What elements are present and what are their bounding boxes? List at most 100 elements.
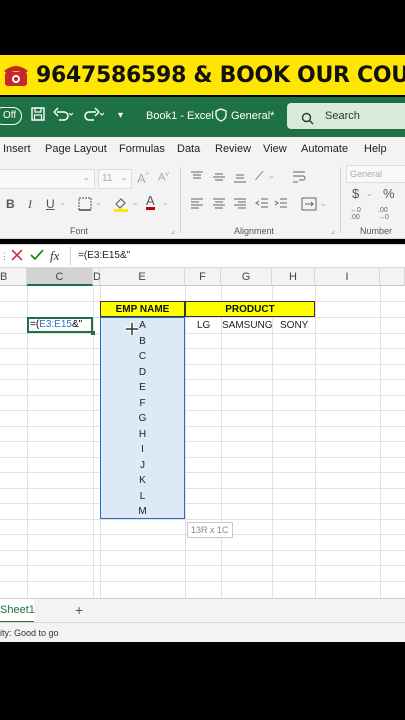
align-left-icon[interactable] xyxy=(190,198,204,213)
decrease-indent-icon[interactable] xyxy=(255,198,269,213)
undo-icon[interactable] xyxy=(53,107,74,124)
enter-icon[interactable] xyxy=(30,248,44,267)
column-header-c[interactable]: C xyxy=(27,268,93,286)
chevron-down-icon[interactable]: ⌄ xyxy=(268,171,275,180)
font-color-icon[interactable]: A xyxy=(146,194,155,210)
product-cell[interactable]: SAMSUNG xyxy=(222,320,273,331)
chevron-down-icon: ⌄ xyxy=(82,172,90,182)
list-item[interactable]: D xyxy=(100,365,185,380)
formula-input[interactable]: =(E3:E15&" xyxy=(78,250,130,261)
decrease-font-icon[interactable]: Av xyxy=(158,171,169,184)
list-item[interactable]: H xyxy=(100,427,185,442)
column-header-d[interactable]: D xyxy=(93,268,101,286)
save-icon[interactable] xyxy=(31,107,45,124)
chevron-down-icon[interactable]: ⌄ xyxy=(162,198,169,207)
italic-icon[interactable]: I xyxy=(28,197,32,212)
group-label-alignment: Alignment xyxy=(234,226,275,236)
product-cell[interactable]: LG xyxy=(197,320,210,331)
product-cell[interactable]: SONY xyxy=(280,320,308,331)
tab-insert[interactable]: Insert xyxy=(3,143,31,155)
font-name-box[interactable]: ⌄ xyxy=(0,169,95,189)
column-header-e[interactable]: E xyxy=(100,268,185,286)
emp-name-header[interactable]: EMP NAME xyxy=(100,301,185,317)
list-item[interactable]: J xyxy=(100,458,185,473)
percent-icon[interactable]: % xyxy=(383,186,395,201)
increase-indent-icon[interactable] xyxy=(274,198,288,213)
dialog-launcher-icon[interactable]: ⌟ xyxy=(331,226,335,235)
decrease-decimal-icon[interactable]: .00 →0 xyxy=(378,207,389,221)
group-label-number: Number xyxy=(360,226,393,236)
column-header-b[interactable]: B xyxy=(0,268,27,286)
status-bar: ity: Good to go xyxy=(0,622,405,642)
tab-data[interactable]: Data xyxy=(177,143,200,155)
align-right-icon[interactable] xyxy=(233,198,247,213)
align-middle-icon[interactable] xyxy=(212,171,226,186)
list-item[interactable]: E xyxy=(100,380,185,395)
chevron-down-icon[interactable]: ⌄ xyxy=(132,198,139,207)
list-item[interactable]: L xyxy=(100,489,185,504)
font-size-box[interactable]: 11 ⌄ xyxy=(98,169,132,189)
tab-help[interactable]: Help xyxy=(364,143,387,155)
increase-font-icon[interactable]: A^ xyxy=(137,171,149,186)
dialog-launcher-icon[interactable]: ⌟ xyxy=(171,226,175,235)
list-item[interactable]: K xyxy=(100,473,185,488)
column-header-i[interactable]: I xyxy=(315,268,380,286)
chevron-down-icon[interactable]: ⌄ xyxy=(95,198,102,207)
merge-center-icon[interactable] xyxy=(301,197,317,214)
column-header-g[interactable]: G xyxy=(221,268,272,286)
document-title: Book1 - Excel xyxy=(146,110,214,122)
cell-cursor-icon xyxy=(126,322,138,340)
customize-toolbar-icon[interactable]: ▾ xyxy=(118,110,123,121)
insert-function-button[interactable]: fx xyxy=(50,248,59,264)
tab-view[interactable]: View xyxy=(263,143,287,155)
underline-icon[interactable]: U xyxy=(46,197,55,211)
align-center-icon[interactable] xyxy=(212,198,226,213)
number-format-value: General xyxy=(350,169,383,179)
accessibility-status[interactable]: ity: Good to go xyxy=(0,628,59,638)
list-item[interactable]: A xyxy=(100,318,185,333)
title-bar: Off ▾ Book1 - Excel General* Search xyxy=(0,97,405,137)
list-item[interactable]: I xyxy=(100,442,185,457)
add-sheet-button[interactable]: + xyxy=(75,602,83,618)
tab-review[interactable]: Review xyxy=(215,143,251,155)
name-box-dots: ⋮ xyxy=(0,251,9,261)
align-top-icon[interactable] xyxy=(190,171,204,186)
redo-icon[interactable] xyxy=(84,107,105,124)
chevron-down-icon: ⌄ xyxy=(120,172,128,182)
group-label-font: Font xyxy=(70,226,89,236)
fill-handle[interactable] xyxy=(91,331,95,335)
wrap-text-icon[interactable] xyxy=(292,170,306,187)
borders-icon[interactable] xyxy=(78,197,92,214)
ribbon: ⌄ 11 ⌄ A^ Av B I U ⌄ ⌄ ⌄ A ⌄ Font ⌟ ⟋ ⌄ xyxy=(0,161,405,239)
increase-decimal-icon[interactable]: ←0.00 xyxy=(350,207,361,221)
list-item[interactable]: G xyxy=(100,411,185,426)
column-header-f[interactable]: F xyxy=(185,268,221,286)
bold-icon[interactable]: B xyxy=(6,197,15,211)
autosave-toggle[interactable]: Off xyxy=(0,107,22,125)
search-label: Search xyxy=(325,110,360,122)
orientation-icon[interactable]: ⟋ xyxy=(255,169,263,184)
column-header-h[interactable]: H xyxy=(272,268,315,286)
list-item[interactable]: C xyxy=(100,349,185,364)
chevron-down-icon[interactable]: ⌄ xyxy=(366,189,373,198)
chevron-down-icon[interactable]: ⌄ xyxy=(59,198,66,207)
cancel-icon[interactable] xyxy=(10,248,24,267)
tab-formulas[interactable]: Formulas xyxy=(119,143,165,155)
active-cell-editor[interactable]: =(E3:E15&" xyxy=(27,317,93,333)
worksheet-grid[interactable]: B C D E F G H I EMP NAME PRODUCT =(E3:E1… xyxy=(0,268,405,598)
search-box[interactable]: Search xyxy=(287,103,405,129)
tab-page-layout[interactable]: Page Layout xyxy=(45,143,107,155)
currency-icon[interactable]: $ xyxy=(352,186,359,201)
sensitivity-label[interactable]: General* xyxy=(231,110,274,122)
sheet-tab-sheet1[interactable]: Sheet1 xyxy=(0,599,35,623)
product-header[interactable]: PRODUCT xyxy=(185,301,315,317)
tab-automate[interactable]: Automate xyxy=(301,143,348,155)
align-bottom-icon[interactable] xyxy=(233,171,247,186)
list-item[interactable]: B xyxy=(100,334,185,349)
list-item[interactable]: M xyxy=(100,504,185,519)
chevron-down-icon[interactable]: ⌄ xyxy=(320,199,327,208)
list-item[interactable]: F xyxy=(100,396,185,411)
number-format-box[interactable]: General xyxy=(346,165,405,183)
column-header-j[interactable] xyxy=(380,268,405,286)
fill-color-icon[interactable] xyxy=(113,196,129,215)
